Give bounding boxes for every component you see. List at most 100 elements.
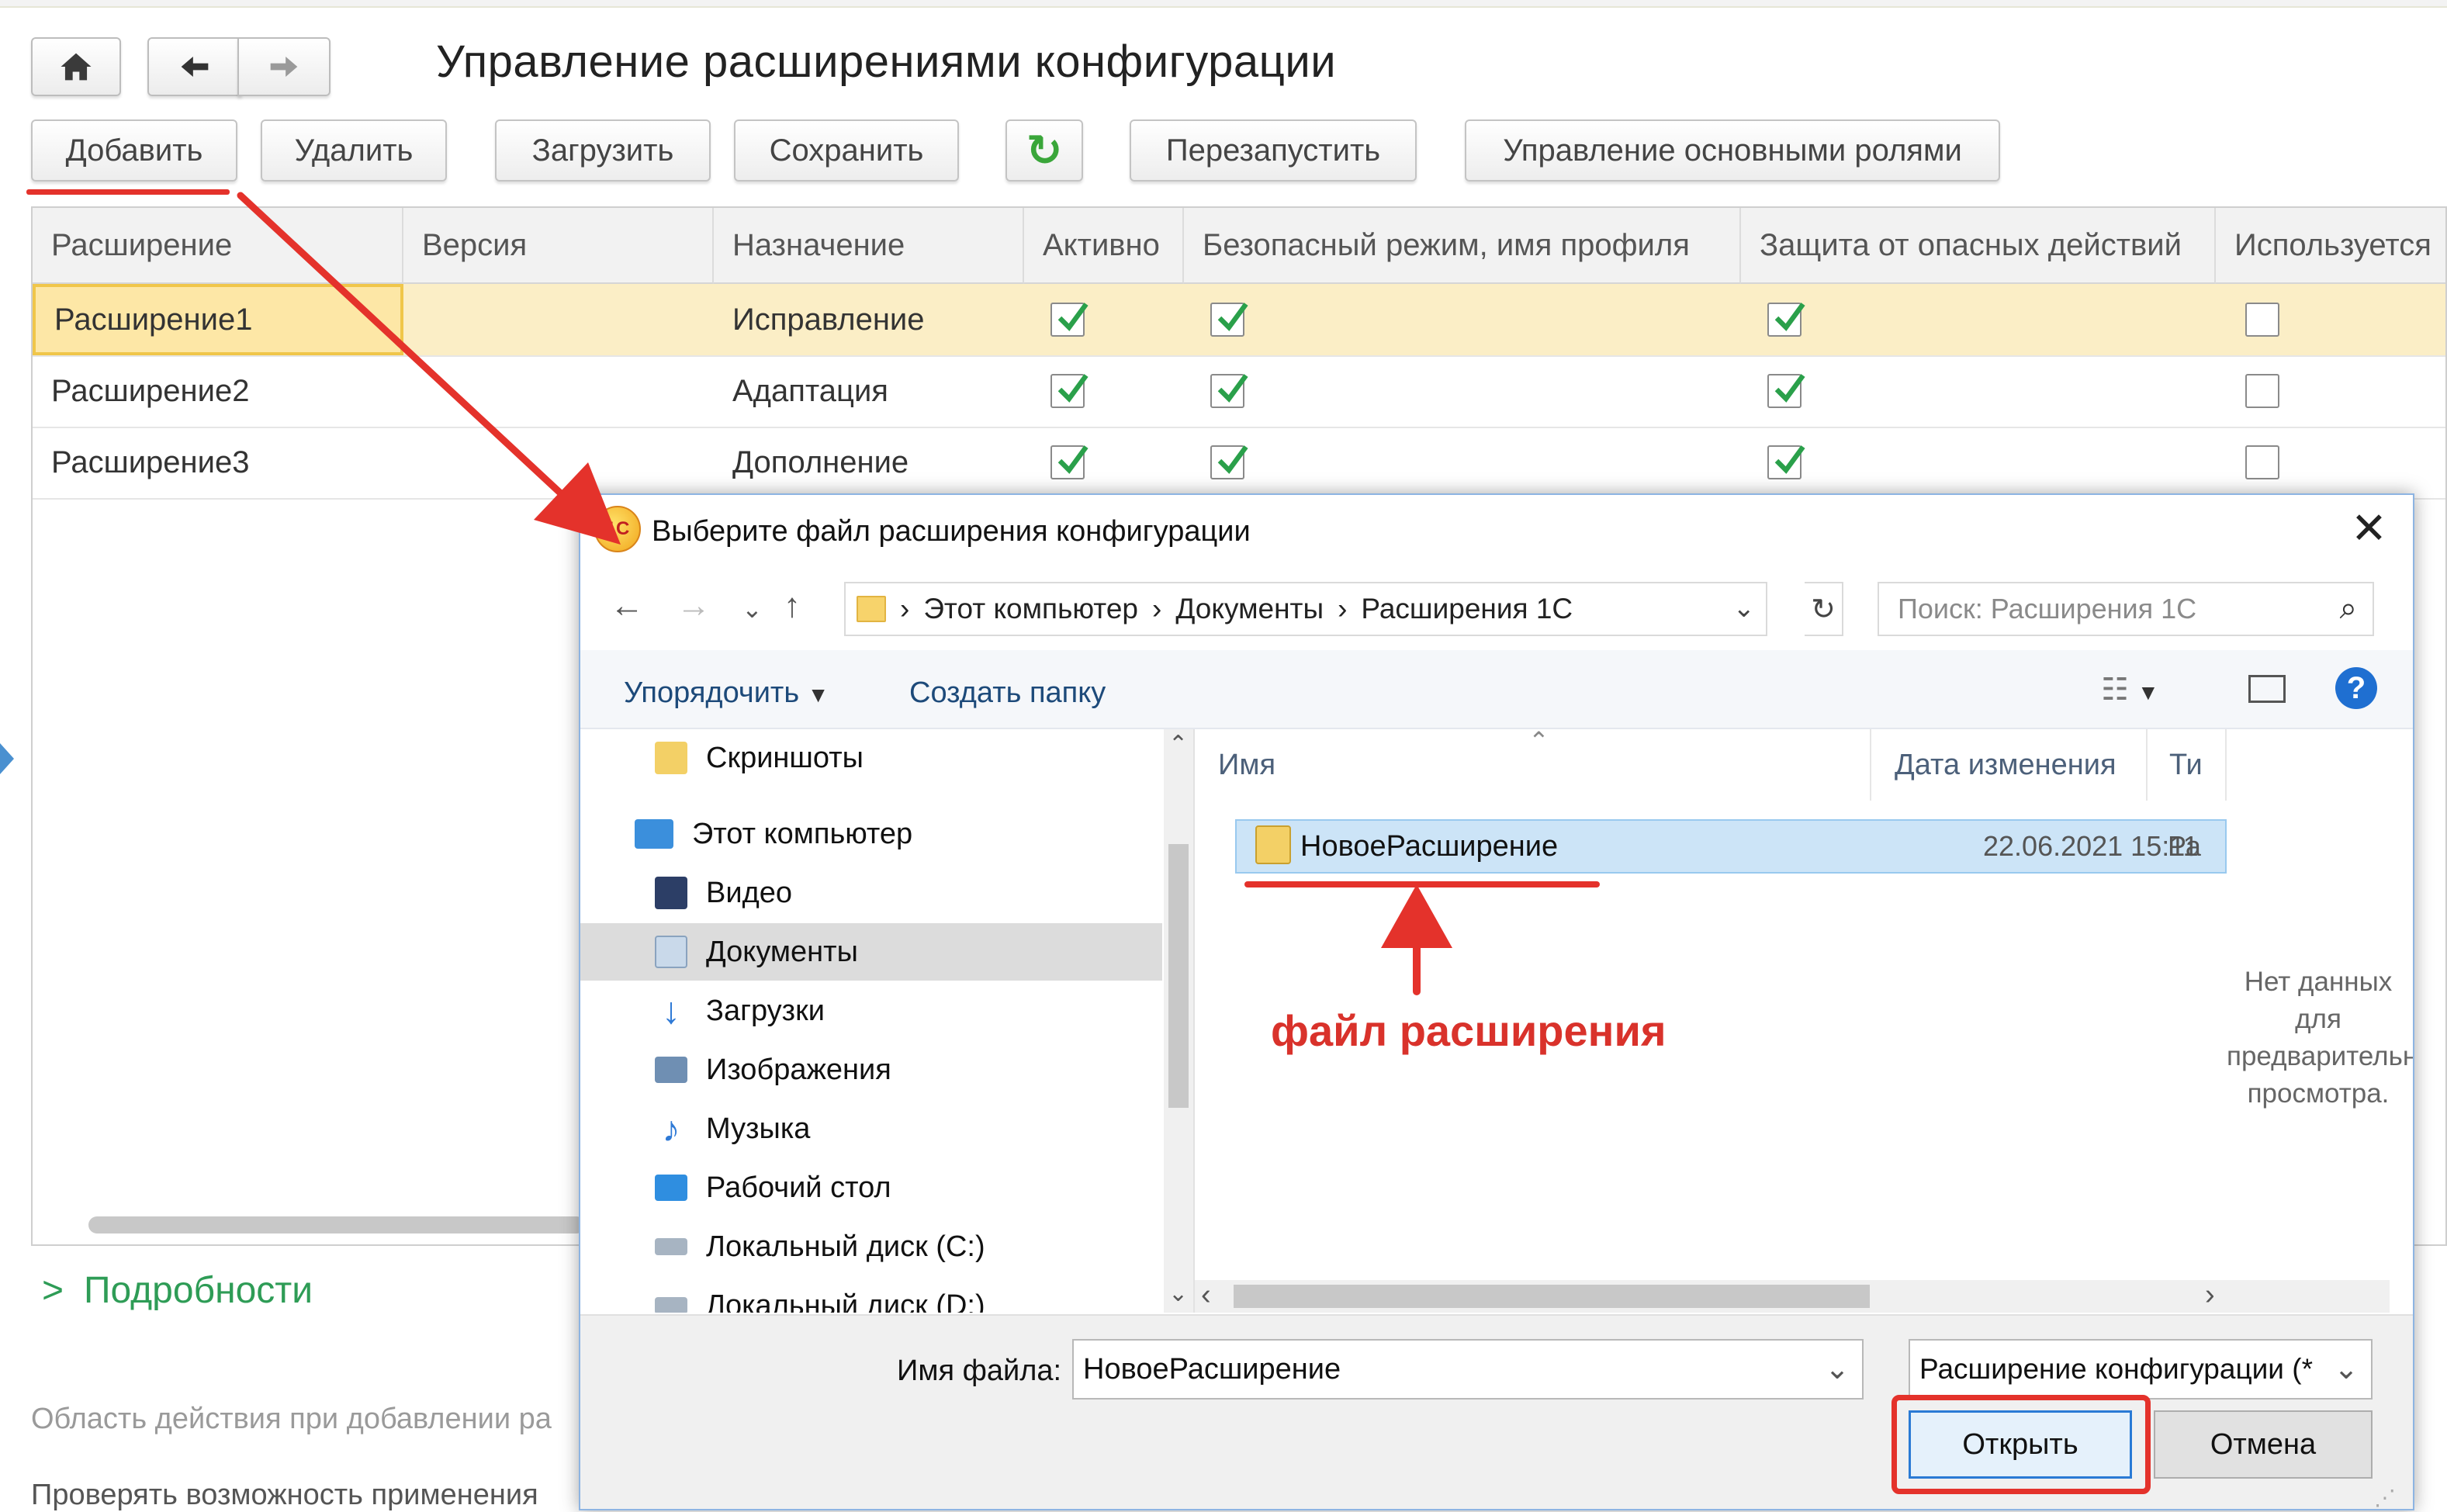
resize-grip-icon[interactable]: ⋰ bbox=[2374, 1485, 2396, 1509]
forward-arrow-icon[interactable]: → bbox=[677, 586, 711, 625]
breadcrumb-computer[interactable]: Этот компьютер bbox=[923, 593, 1138, 625]
scroll-up-icon[interactable]: ⌃ bbox=[1168, 731, 1188, 758]
address-bar[interactable]: › Этот компьютер › Документы › Расширени… bbox=[844, 582, 1767, 636]
back-button[interactable] bbox=[147, 37, 242, 96]
view-options-icon[interactable]: ☷ ▼ bbox=[2101, 672, 2159, 708]
tree-item-music[interactable]: ♪ Музыка bbox=[580, 1100, 1162, 1157]
navigation-pane[interactable]: Скриншоты Этот компьютер Видео Документы… bbox=[580, 729, 1195, 1313]
protection-checkbox[interactable] bbox=[1767, 445, 1805, 479]
up-arrow-icon[interactable]: ↑ bbox=[784, 586, 801, 625]
table-row[interactable]: Расширение1 Исправление bbox=[33, 284, 2445, 357]
col-name-label: Имя bbox=[1218, 748, 1276, 781]
tree-item-drive-d[interactable]: Локальный диск (D:) bbox=[580, 1277, 1162, 1313]
tree-item-documents[interactable]: Документы bbox=[580, 923, 1162, 981]
active-checkbox[interactable] bbox=[1050, 374, 1089, 408]
add-button-highlight bbox=[26, 189, 230, 195]
add-button[interactable]: Добавить bbox=[31, 119, 237, 182]
used-checkbox[interactable] bbox=[2245, 374, 2279, 408]
chevron-down-icon[interactable]: ⌄ bbox=[2328, 1351, 2359, 1386]
col-header-type[interactable]: Ти bbox=[2148, 729, 2227, 801]
table-row[interactable]: Расширение2 Адаптация bbox=[33, 355, 2445, 428]
safe-mode-checkbox[interactable] bbox=[1210, 445, 1248, 479]
tree-item-pictures[interactable]: Изображения bbox=[580, 1041, 1162, 1099]
cancel-button[interactable]: Отмена bbox=[2154, 1410, 2373, 1479]
tree-item-drive-c[interactable]: Локальный диск (C:) bbox=[580, 1218, 1162, 1275]
row-extension-name[interactable]: Расширение1 bbox=[33, 284, 403, 355]
safe-mode-checkbox[interactable] bbox=[1210, 303, 1248, 337]
video-icon bbox=[655, 877, 687, 909]
dialog-title: Выберите файл расширения конфигурации bbox=[652, 515, 1251, 548]
manage-roles-button[interactable]: Управление основными ролями bbox=[1465, 119, 2000, 182]
organize-menu[interactable]: Упорядочить ▼ bbox=[624, 676, 829, 710]
new-folder-button[interactable]: Создать папку bbox=[909, 676, 1106, 710]
tree-item-desktop[interactable]: Рабочий стол bbox=[580, 1159, 1162, 1216]
load-button[interactable]: Загрузить bbox=[495, 119, 711, 182]
scroll-right-icon[interactable]: › bbox=[2205, 1278, 2215, 1312]
back-arrow-icon[interactable]: ← bbox=[610, 586, 644, 625]
file-name[interactable]: НовоеРасширение bbox=[1300, 830, 1558, 863]
tree-label: Рабочий стол bbox=[706, 1171, 891, 1204]
restart-button[interactable]: Перезапустить bbox=[1130, 119, 1417, 182]
file-list-pane[interactable]: Имя ⌃ Дата изменения Ти НовоеРасширение … bbox=[1195, 729, 2413, 1313]
chevron-down-icon[interactable]: ⌄ bbox=[1733, 593, 1756, 624]
breadcrumb-separator-icon: › bbox=[1152, 593, 1162, 625]
tree-item-screenshots[interactable]: Скриншоты bbox=[580, 729, 1162, 787]
preview-pane-icon[interactable] bbox=[2248, 675, 2286, 703]
protection-checkbox[interactable] bbox=[1767, 374, 1805, 408]
used-checkbox[interactable] bbox=[2245, 445, 2279, 479]
help-icon[interactable]: ? bbox=[2335, 667, 2377, 709]
filetype-select[interactable]: Расширение конфигурации (* ⌄ bbox=[1909, 1339, 2373, 1400]
save-button[interactable]: Сохранить bbox=[734, 119, 959, 182]
col-header-active[interactable]: Активно bbox=[1024, 208, 1184, 284]
table-row[interactable]: Расширение3 Дополнение bbox=[33, 427, 2445, 500]
tree-item-downloads[interactable]: ↓ Загрузки bbox=[580, 982, 1162, 1040]
col-header-extension[interactable]: Расширение bbox=[33, 208, 403, 284]
row-extension-name[interactable]: Расширение3 bbox=[33, 427, 249, 498]
breadcrumb-extensions[interactable]: Расширения 1С bbox=[1361, 593, 1573, 625]
1c-logo-icon: 1С bbox=[594, 506, 641, 552]
search-input[interactable]: Поиск: Расширения 1С ⌕ bbox=[1878, 582, 2374, 636]
drive-d-icon bbox=[655, 1297, 687, 1313]
filename-input[interactable]: НовоеРасширение ⌄ bbox=[1072, 1339, 1864, 1400]
chevron-down-icon[interactable]: ⌄ bbox=[1825, 1351, 1850, 1386]
recent-dropdown-icon[interactable]: ⌄ bbox=[742, 594, 763, 624]
col-header-safe-mode[interactable]: Безопасный режим, имя профиля bbox=[1184, 208, 1741, 284]
active-checkbox[interactable] bbox=[1050, 445, 1089, 479]
home-button[interactable] bbox=[31, 37, 121, 96]
navigation-scrollbar-thumb[interactable] bbox=[1168, 844, 1189, 1108]
row-purpose: Дополнение bbox=[732, 445, 909, 479]
refresh-button[interactable]: ↻ bbox=[1005, 119, 1083, 182]
close-icon[interactable]: ✕ bbox=[2351, 503, 2387, 554]
protection-checkbox[interactable] bbox=[1767, 303, 1805, 337]
col-header-purpose[interactable]: Назначение bbox=[714, 208, 1024, 284]
tree-label: Локальный диск (D:) bbox=[706, 1289, 985, 1313]
col-header-protection[interactable]: Защита от опасных действий bbox=[1741, 208, 2216, 284]
panel-collapse-marker-icon[interactable] bbox=[0, 743, 14, 774]
tree-item-video[interactable]: Видео bbox=[580, 864, 1162, 922]
search-icon: ⌕ bbox=[2339, 591, 2357, 625]
tree-item-this-pc[interactable]: Этот компьютер bbox=[580, 805, 1162, 863]
file-list-scrollbar-thumb[interactable] bbox=[1234, 1285, 1870, 1308]
scroll-down-icon[interactable]: ⌄ bbox=[1168, 1280, 1188, 1307]
scroll-left-icon[interactable]: ‹ bbox=[1201, 1278, 1211, 1312]
refresh-icon[interactable]: ↻ bbox=[1805, 582, 1843, 636]
col-header-date[interactable]: Дата изменения bbox=[1871, 729, 2148, 801]
top-border bbox=[0, 0, 2447, 8]
safe-mode-checkbox[interactable] bbox=[1210, 374, 1248, 408]
forward-button[interactable] bbox=[237, 37, 331, 96]
delete-button[interactable]: Удалить bbox=[261, 119, 447, 182]
tree-label: Этот компьютер bbox=[692, 817, 913, 850]
col-header-used[interactable]: Используется bbox=[2216, 208, 2445, 284]
table-horizontal-scrollbar[interactable] bbox=[88, 1216, 585, 1233]
scope-hint: Область действия при добавлении ра bbox=[31, 1403, 552, 1435]
used-checkbox[interactable] bbox=[2245, 303, 2279, 337]
row-extension-name[interactable]: Расширение2 bbox=[33, 355, 249, 427]
breadcrumb-documents[interactable]: Документы bbox=[1175, 593, 1324, 625]
file-annotation: файл расширения bbox=[1271, 1006, 1667, 1055]
pictures-icon bbox=[655, 1057, 687, 1083]
active-checkbox[interactable] bbox=[1050, 303, 1089, 337]
details-toggle[interactable]: > Подробности bbox=[42, 1269, 313, 1312]
col-header-name[interactable]: Имя ⌃ bbox=[1195, 729, 1871, 801]
col-header-version[interactable]: Версия bbox=[403, 208, 714, 284]
file-date: 22.06.2021 15:11 bbox=[1983, 830, 2199, 862]
